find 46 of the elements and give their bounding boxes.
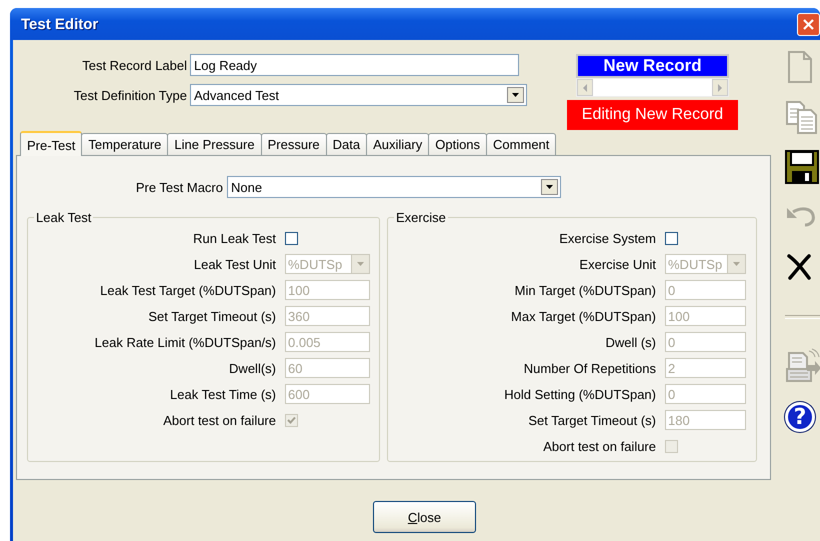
scroll-left-icon xyxy=(582,84,588,92)
checkbox[interactable] xyxy=(665,232,678,244)
save-icon[interactable] xyxy=(785,150,819,184)
field-label: Min Target (%DUTSpan) xyxy=(514,282,656,298)
group-title: Exercise xyxy=(395,210,447,225)
field-label: Abort test on failure xyxy=(542,438,656,454)
tab[interactable]: Comment xyxy=(486,133,556,155)
input-field[interactable]: Log Ready xyxy=(190,54,519,76)
tab[interactable]: Data xyxy=(326,133,368,155)
field-label: Test Definition Type xyxy=(72,88,187,102)
field-label: Set Target Timeout (s) xyxy=(147,308,276,324)
field-label: Leak Test Target (%DUTSpan) xyxy=(99,282,276,298)
field-label: Run Leak Test xyxy=(192,230,276,246)
dropdown-field[interactable]: Advanced Test xyxy=(190,84,527,106)
field-label: Max Target (%DUTSpan) xyxy=(510,308,656,324)
tab[interactable]: Auxiliary xyxy=(366,133,430,155)
group-title: Leak Test xyxy=(35,210,92,225)
help-icon[interactable]: ? xyxy=(785,402,815,432)
field-label: Abort test on failure xyxy=(162,412,276,428)
record-scrollbar[interactable] xyxy=(576,78,729,97)
field-label: Hold Setting (%DUTSpan) xyxy=(503,386,656,402)
field-label: Number Of Repetitions xyxy=(522,360,656,376)
field-label: Dwell (s) xyxy=(604,334,656,350)
close-icon xyxy=(802,18,815,30)
field-label: Exercise System xyxy=(558,230,656,246)
tab[interactable]: Line Pressure xyxy=(167,133,262,155)
tab[interactable]: Options xyxy=(428,133,488,155)
field-label: Pre Test Macro xyxy=(134,180,223,194)
field-label: Leak Test Unit xyxy=(192,256,276,272)
field-label: Exercise Unit xyxy=(578,256,656,272)
tab[interactable]: Pre-Test xyxy=(20,131,82,156)
tab[interactable]: Temperature xyxy=(81,133,168,155)
field-label: Leak Rate Limit (%DUTSpan/s) xyxy=(94,334,276,350)
field-label: Dwell(s) xyxy=(228,360,276,376)
field-label: Test Record Label xyxy=(81,58,187,72)
checkbox[interactable] xyxy=(285,232,298,244)
window-title: Test Editor xyxy=(21,16,100,32)
field-label: Set Target Timeout (s) xyxy=(527,412,656,428)
dropdown-field[interactable]: None xyxy=(227,176,561,198)
record-title: New Record xyxy=(576,54,729,78)
record-status: Editing New Record xyxy=(567,100,738,130)
close-window-button[interactable] xyxy=(797,12,820,36)
field-label: Leak Test Time (s) xyxy=(169,386,276,402)
scroll-right-icon xyxy=(717,84,723,92)
tab[interactable]: Pressure xyxy=(260,133,327,155)
close-button[interactable]: Close xyxy=(373,501,476,533)
